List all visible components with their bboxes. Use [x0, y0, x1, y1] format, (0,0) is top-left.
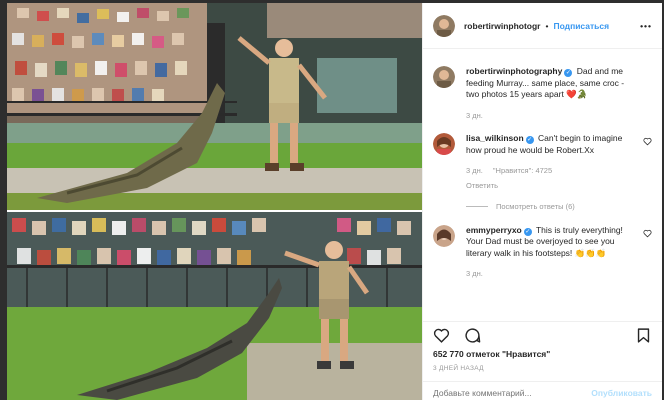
save-bookmark-icon[interactable]: [635, 327, 652, 344]
comment-username[interactable]: emmyperryxo: [466, 225, 522, 235]
photo-collage: [7, 3, 422, 400]
screen-background: robertirwinphotogr • Подписаться ••• rob…: [0, 0, 664, 400]
comment-username[interactable]: lisa_wilkinson: [466, 133, 524, 143]
comment-body: emmyperryxo ✓ This is truly everything! Y…: [466, 225, 652, 280]
caption-username[interactable]: robertirwinphotography: [466, 66, 562, 76]
comment-item: emmyperryxo ✓ This is truly everything! Y…: [433, 224, 652, 280]
comment-age[interactable]: 3 дн.: [466, 165, 483, 177]
separator-dot: •: [545, 20, 549, 31]
post-side-panel: robertirwinphotogr • Подписаться ••• rob…: [422, 3, 662, 400]
verified-badge-icon: ✓: [525, 136, 534, 144]
caption-age[interactable]: 3 дн.: [466, 110, 483, 122]
commenter-avatar[interactable]: [433, 224, 455, 247]
comment-body: lisa_wilkinson ✓ Can't begin to imagine h…: [466, 133, 652, 213]
add-comment-bar: Опубликовать: [423, 381, 662, 400]
post-header: robertirwinphotogr • Подписаться •••: [423, 3, 662, 49]
follow-button[interactable]: Подписаться: [553, 21, 609, 31]
view-replies-button[interactable]: Посмотреть ответы (6): [466, 201, 638, 213]
post-modal: robertirwinphotogr • Подписаться ••• rob…: [7, 3, 662, 400]
caption: robertirwinphotography ✓ Dad and me feedi…: [433, 66, 652, 121]
comment-age[interactable]: 3 дн.: [466, 268, 483, 280]
comment-input[interactable]: [433, 387, 592, 398]
comment-meta: 3 дн.: [466, 268, 638, 280]
like-comment-heart-icon[interactable]: [643, 137, 652, 146]
like-heart-icon[interactable]: [433, 327, 450, 344]
commenter-avatar[interactable]: [433, 133, 455, 155]
like-comment-heart-icon[interactable]: [643, 229, 652, 238]
post-photo[interactable]: [7, 3, 422, 400]
more-options-icon[interactable]: •••: [640, 21, 652, 31]
posted-time[interactable]: 3 ДНЕЙ НАЗАД: [433, 365, 484, 372]
comment-item: lisa_wilkinson ✓ Can't begin to imagine h…: [433, 133, 652, 213]
comment-bubble-icon[interactable]: [464, 327, 481, 344]
verified-badge-icon: ✓: [564, 69, 573, 77]
comment-likes[interactable]: "Нравится": 4725: [493, 165, 552, 177]
verified-badge-icon: ✓: [523, 227, 532, 236]
thread-line: [466, 206, 488, 208]
comments-list[interactable]: robertirwinphotography ✓ Dad and me feedi…: [423, 50, 662, 320]
author-avatar[interactable]: [433, 14, 455, 37]
caption-meta: 3 дн.: [466, 110, 638, 122]
comment-meta: 3 дн. "Нравится": 4725: [466, 165, 638, 177]
publish-button[interactable]: Опубликовать: [591, 388, 652, 398]
author-username[interactable]: robertirwinphotogr: [464, 21, 541, 31]
caption-body: robertirwinphotography ✓ Dad and me feedi…: [466, 66, 652, 121]
action-bar: [423, 321, 662, 349]
likes-count[interactable]: 652 770 отметок "Нравится": [433, 349, 550, 359]
caption-avatar[interactable]: [433, 66, 455, 88]
view-replies-label: Посмотреть ответы (6): [496, 202, 575, 211]
reply-button[interactable]: Ответить: [466, 180, 638, 192]
